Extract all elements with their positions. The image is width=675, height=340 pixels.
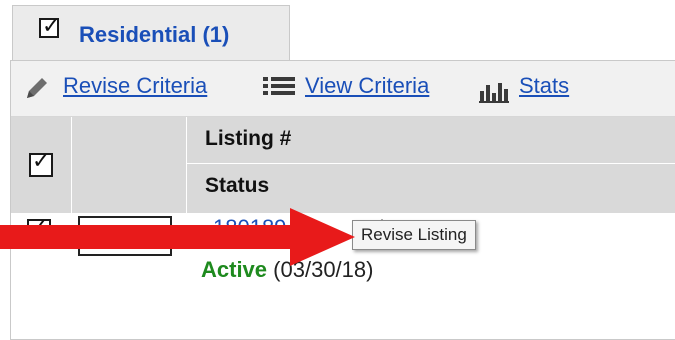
revise-criteria-link[interactable]: Revise Criteria (63, 73, 207, 99)
pencil-icon[interactable] (23, 74, 51, 102)
header-listing-number[interactable]: Listing # (187, 117, 675, 164)
list-icon[interactable] (263, 75, 295, 101)
check-icon: ✓ (32, 148, 51, 173)
tab-checkbox[interactable]: ✓ (39, 14, 60, 38)
tab-label: Residential (1) (79, 22, 230, 47)
arrow-annotation (0, 208, 355, 266)
tab-residential[interactable]: ✓ Residential (1) (12, 5, 290, 61)
bar-chart-icon[interactable] (479, 79, 509, 103)
header-status-label: Status (205, 174, 270, 197)
check-icon: ✓ (42, 13, 61, 38)
header-select-all-cell: ✓ (11, 117, 72, 213)
header-blank-cell (72, 117, 187, 213)
header-listing-label: Listing # (205, 127, 292, 150)
view-criteria-link[interactable]: View Criteria (305, 73, 429, 99)
toolbar: Revise Criteria View Criteria Stats (11, 61, 675, 117)
tooltip: Revise Listing (352, 220, 476, 250)
select-all-checkbox[interactable]: ✓ (29, 149, 53, 177)
stats-link[interactable]: Stats (519, 73, 569, 99)
